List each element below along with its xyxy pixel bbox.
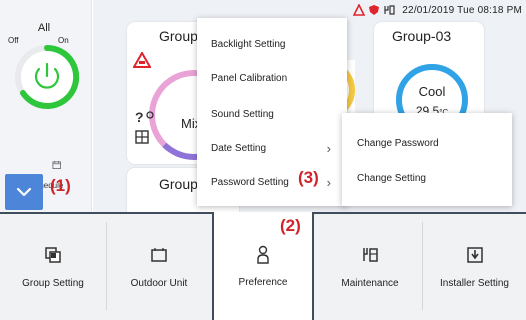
tool-label: Maintenance: [341, 277, 399, 289]
submenu-item-change-setting[interactable]: Change Setting: [342, 160, 512, 196]
tool-maintenance[interactable]: Maintenance: [318, 214, 422, 320]
menu-item-label: Password Setting: [211, 176, 289, 188]
bottom-toolbar: Group Setting Outdoor Unit (2) Preferenc…: [0, 212, 526, 320]
menu-item-backlight-setting[interactable]: Backlight Setting: [197, 27, 347, 61]
svg-text:?: ?: [135, 109, 144, 125]
collapse-toggle-button[interactable]: [5, 174, 43, 210]
group-card-03-mode: Cool: [418, 84, 446, 99]
status-bar: 22/01/2019 Tue 08:18 PM: [353, 2, 522, 18]
chevron-right-icon: ›: [326, 174, 331, 190]
chevron-down-icon: [16, 187, 32, 197]
group-card-b-title: Group: [159, 176, 198, 192]
tool-outdoor-unit[interactable]: Outdoor Unit: [107, 214, 211, 320]
all-power-toggle[interactable]: [12, 42, 82, 112]
screen: All Off On Schedule Group Mixe ? Group G…: [0, 0, 526, 320]
warning-icon: [353, 4, 366, 16]
annotation-2: (2): [280, 216, 301, 235]
submenu-item-label: Change Password: [357, 137, 439, 149]
menu-item-password-setting[interactable]: Password Setting ›: [197, 165, 347, 199]
menu-item-label: Sound Setting: [211, 108, 274, 120]
outdoor-unit-icon: [151, 247, 167, 262]
datetime-text: 22/01/2019 Tue 08:18 PM: [402, 4, 522, 16]
grid-icon: [135, 130, 149, 144]
warning-icon: [133, 52, 151, 68]
tool-label: Outdoor Unit: [130, 277, 188, 289]
chevron-right-icon: ›: [326, 140, 331, 156]
maintenance-icon: [384, 5, 395, 15]
preference-menu: Backlight Setting Panel Calibration Soun…: [197, 18, 347, 206]
all-label: All: [37, 22, 51, 34]
menu-item-label: Backlight Setting: [211, 38, 286, 50]
tool-label: Preference: [238, 276, 288, 288]
password-submenu: Change Password Change Setting: [342, 113, 512, 206]
menu-item-sound-setting[interactable]: Sound Setting: [197, 97, 347, 131]
installer-setting-icon: [466, 246, 483, 263]
preference-icon: [257, 245, 269, 264]
tool-preference[interactable]: (2) Preference: [212, 212, 314, 320]
menu-item-label: Panel Calibration: [211, 72, 288, 84]
menu-item-panel-calibration[interactable]: Panel Calibration: [197, 61, 347, 95]
maintenance-icon: [363, 247, 378, 262]
group-card-a-title: Group: [159, 28, 198, 44]
menu-item-date-setting[interactable]: Date Setting ›: [197, 131, 347, 165]
shield-icon: [369, 5, 380, 15]
group-card-03-title: Group-03: [392, 28, 452, 44]
unknown-status-icon: ?: [135, 109, 154, 125]
tool-group-setting[interactable]: Group Setting: [0, 214, 106, 320]
tool-label: Group Setting: [22, 277, 84, 289]
annotation-3: (3): [298, 168, 319, 187]
group-setting-icon: [45, 246, 61, 263]
tool-label: Installer Setting: [440, 277, 509, 289]
submenu-item-label: Change Setting: [357, 172, 426, 184]
submenu-item-change-password[interactable]: Change Password: [342, 125, 512, 161]
menu-item-label: Date Setting: [211, 142, 267, 154]
tool-installer-setting[interactable]: Installer Setting: [423, 214, 526, 320]
annotation-1: (1): [50, 176, 71, 195]
